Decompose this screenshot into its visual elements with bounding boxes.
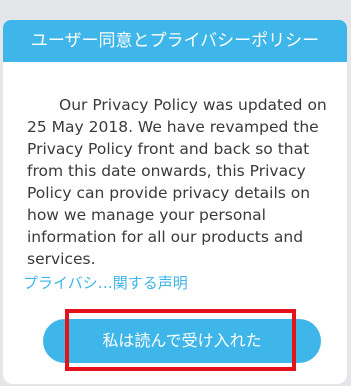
- dialog-title: ユーザー同意とプライバシーポリシー: [3, 20, 347, 62]
- accept-button[interactable]: 私は読んで受け入れた: [43, 319, 321, 363]
- dialog-body: Our Privacy Policy was updated on 25 May…: [3, 62, 347, 384]
- privacy-statement-link[interactable]: プライバシ…関する声明: [23, 273, 188, 293]
- privacy-policy-text: Our Privacy Policy was updated on 25 May…: [27, 96, 327, 268]
- privacy-consent-dialog: ユーザー同意とプライバシーポリシー Our Privacy Policy was…: [0, 0, 351, 386]
